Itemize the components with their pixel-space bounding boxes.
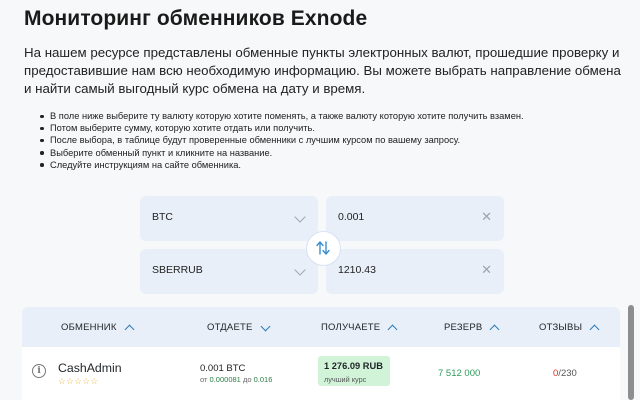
range-from-label: от <box>200 375 208 384</box>
reviews-total: 230 <box>560 368 577 379</box>
give-amount-input[interactable]: 0.001 ✕ <box>326 196 504 241</box>
get-currency-select[interactable]: SBERRUB <box>140 249 318 294</box>
column-header-reviews: ОТЗЫВЫ <box>539 322 583 333</box>
swap-arrows-icon <box>316 241 330 255</box>
info-icon[interactable]: i <box>32 364 46 378</box>
column-header-get: ПОЛУЧАЕТЕ <box>321 322 381 333</box>
column-header-give: ОТДАЕТЕ <box>207 322 253 333</box>
get-currency-value: SBERRUB <box>152 264 203 276</box>
exchangers-table: ОБМЕННИК ОТДАЕТЕ ПОЛУЧАЕТЕ РЕЗЕРВ ОТЗЫВЫ… <box>22 307 620 400</box>
sort-reserve[interactable]: РЕЗЕРВ <box>444 322 500 335</box>
sort-up-icon <box>387 324 398 335</box>
list-item: Потом выберите сумму, которую хотите отд… <box>40 122 630 134</box>
list-item: В поле ниже выберите ту валюту которую х… <box>40 110 630 122</box>
sort-up-icon <box>589 324 600 335</box>
column-header-exchanger: ОБМЕННИК <box>61 322 117 333</box>
give-currency-select[interactable]: BTC <box>140 196 318 241</box>
column-header-reserve: РЕЗЕРВ <box>444 322 483 333</box>
reviews-count[interactable]: 0/230 <box>553 368 577 379</box>
close-icon[interactable]: ✕ <box>481 263 492 277</box>
range-max: 0.016 <box>253 375 273 384</box>
table-row[interactable]: i CashAdmin ☆☆☆☆☆ 0.001 BTC от 0.000081 … <box>22 347 620 400</box>
list-item: Выберите обменный пункт и кликните на на… <box>40 147 630 159</box>
best-rate-label: лучший курс <box>324 375 367 384</box>
range-min: 0.000081 <box>209 375 241 384</box>
table-header: ОБМЕННИК ОТДАЕТЕ ПОЛУЧАЕТЕ РЕЗЕРВ ОТЗЫВЫ <box>22 307 620 347</box>
give-amount: 0.001 BTC <box>200 363 246 374</box>
swap-button[interactable] <box>306 231 341 266</box>
get-amount-value: 1210.43 <box>338 264 376 276</box>
sort-up-icon <box>124 324 135 335</box>
sort-give[interactable]: ОТДАЕТЕ <box>207 321 270 333</box>
close-icon[interactable]: ✕ <box>481 210 492 224</box>
get-amount: 1 276.09 RUB <box>324 361 383 371</box>
intro-text: На нашем ресурсе представлены обменные п… <box>24 45 621 96</box>
give-amount-value: 0.001 <box>338 211 365 223</box>
chevron-down-icon <box>294 211 306 223</box>
chevron-down-icon <box>294 264 306 276</box>
scrollbar[interactable] <box>628 305 634 400</box>
sort-down-icon <box>260 321 270 331</box>
give-currency-value: BTC <box>152 211 173 223</box>
give-range: от 0.000081 до 0.016 <box>200 375 272 384</box>
best-rate-badge: 1 276.09 RUB лучший курс <box>318 356 390 386</box>
rating-stars: ☆☆☆☆☆ <box>58 376 99 386</box>
list-item: После выбора, в таблице будут проверенны… <box>40 134 630 146</box>
list-item: Следуйте инструкциям на сайте обменника. <box>40 159 630 171</box>
exchanger-name-link[interactable]: CashAdmin <box>58 361 122 375</box>
range-to-label: до <box>242 375 252 384</box>
get-amount-input[interactable]: 1210.43 ✕ <box>326 249 504 294</box>
page-title: Мониторинг обменников Exnode <box>24 7 368 30</box>
instructions-list: В поле ниже выберите ту валюту которую х… <box>40 110 630 171</box>
sort-exchanger[interactable]: ОБМЕННИК <box>61 322 135 335</box>
sort-up-icon <box>489 324 500 335</box>
sort-reviews[interactable]: ОТЗЫВЫ <box>539 322 600 335</box>
sort-get[interactable]: ПОЛУЧАЕТЕ <box>321 322 398 335</box>
reserve-value: 7 512 000 <box>438 368 481 379</box>
page-content: Мониторинг обменников Exnode На нашем ре… <box>0 0 640 400</box>
